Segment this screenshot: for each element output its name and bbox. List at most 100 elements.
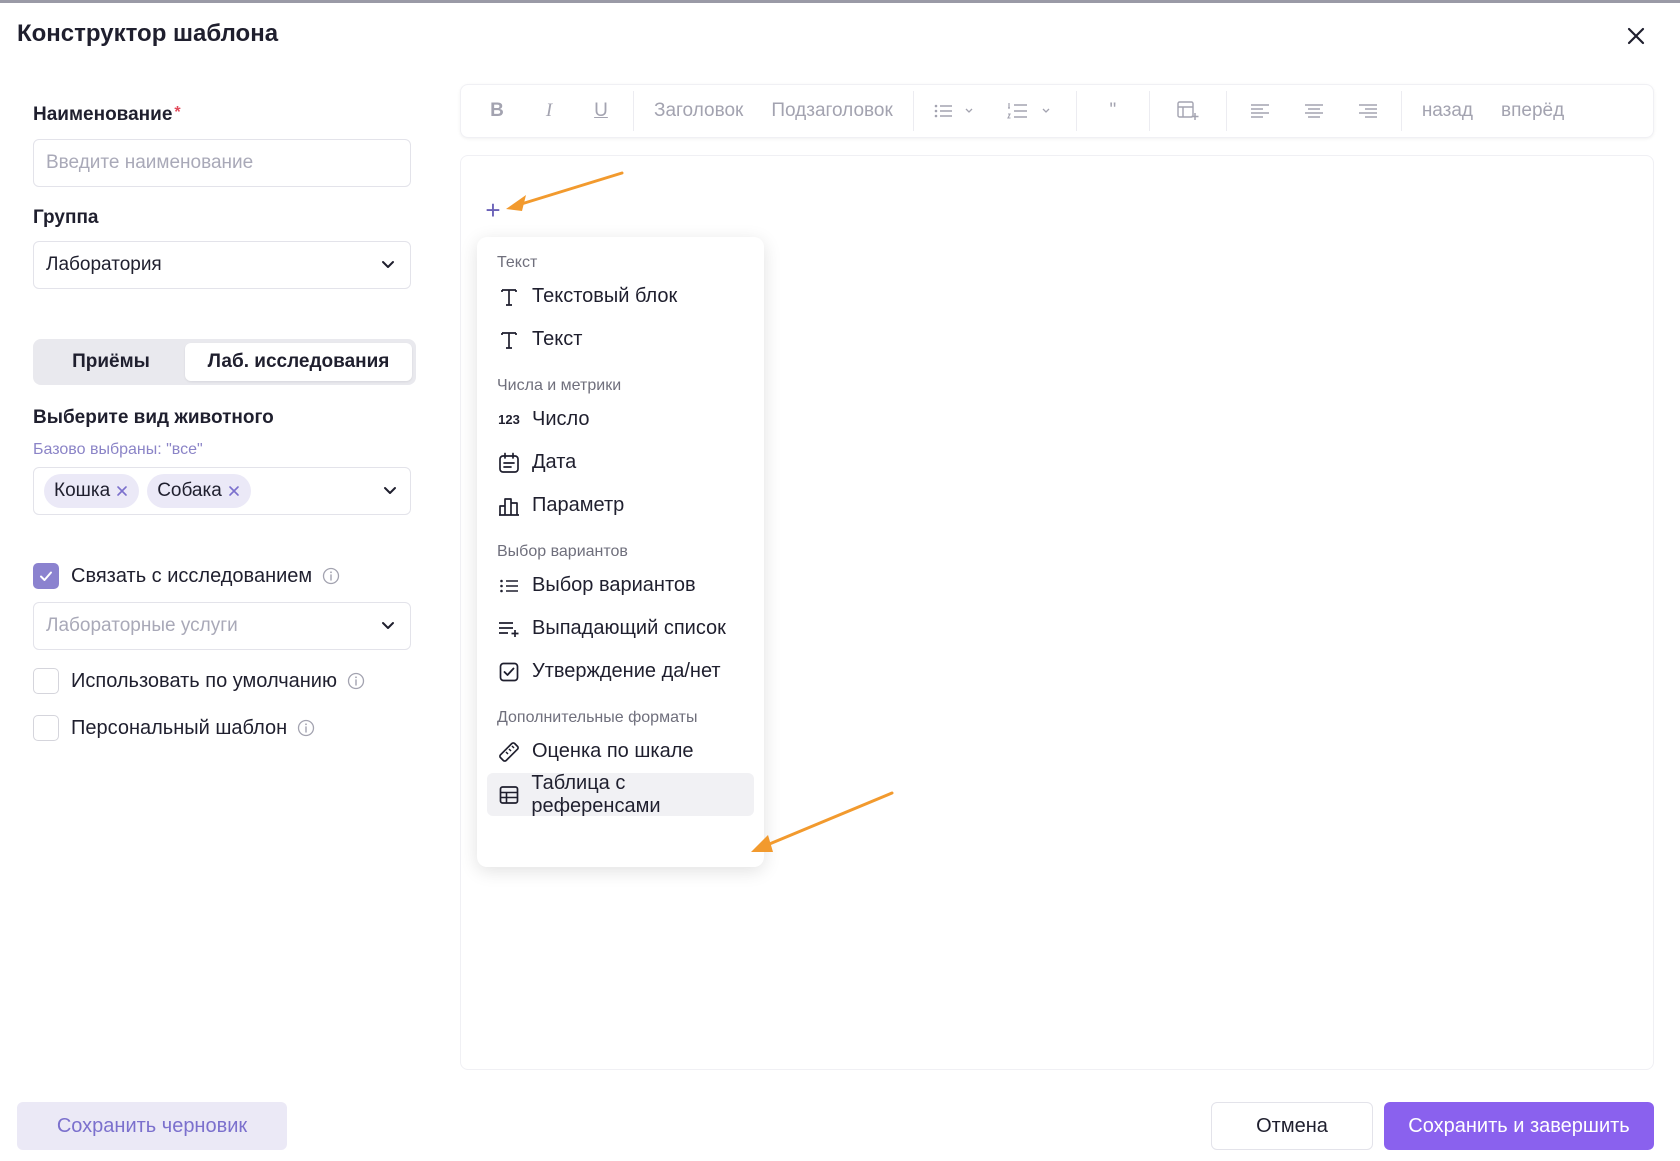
name-label: Наименование * — [33, 104, 181, 126]
segment-appointments[interactable]: Приёмы — [37, 343, 185, 381]
personal-row: Персональный шаблон — [33, 715, 315, 741]
bar-chart-icon — [497, 494, 521, 518]
align-center-icon — [1304, 104, 1323, 118]
toolbar-divider — [633, 91, 634, 131]
link-research-checkbox[interactable] — [33, 563, 59, 589]
menu-item-label: Таблица с референсами — [531, 771, 661, 817]
group-label: Группа — [33, 207, 99, 228]
heading-button[interactable]: Заголовок — [640, 91, 757, 131]
align-left-icon — [1250, 104, 1269, 118]
bold-button[interactable]: B — [471, 91, 523, 131]
toolbar-divider — [1400, 91, 1402, 131]
menu-item-label: Утверждение да/нет — [532, 660, 721, 682]
toolbar-divider — [1225, 91, 1227, 131]
menu-item-label: Оценка по шкале — [532, 740, 694, 762]
annotation-arrow-icon — [751, 791, 894, 852]
animal-hint: Базово выбраны: "все" — [33, 441, 203, 458]
info-icon[interactable] — [322, 567, 340, 585]
chevron-down-icon — [378, 255, 398, 275]
check-icon — [40, 571, 52, 581]
lab-services-placeholder: Лабораторные услуги — [46, 615, 238, 636]
menu-item-label: Выбор вариантов — [532, 574, 696, 596]
group-select[interactable]: Лаборатория — [33, 241, 411, 289]
list-add-icon — [497, 617, 521, 641]
default-checkbox[interactable] — [33, 668, 59, 694]
menu-group-numbers: Числа и метрики — [497, 377, 622, 394]
menu-item-date[interactable]: Дата — [487, 441, 754, 484]
link-research-label: Связать с исследованием — [71, 564, 313, 587]
italic-button[interactable]: I — [523, 91, 575, 131]
table-add-icon — [1177, 101, 1199, 120]
quote-button[interactable]: " — [1083, 91, 1143, 131]
tag-label: Собака — [157, 480, 222, 501]
personal-label: Персональный шаблон — [71, 716, 288, 739]
number-123-icon: 123 — [498, 412, 520, 427]
text-t-icon — [497, 328, 521, 352]
numbered-list-icon — [1006, 103, 1050, 119]
group-select-value: Лаборатория — [46, 254, 162, 275]
align-left-button[interactable] — [1233, 91, 1287, 131]
menu-item-text-block[interactable]: Текстовый блок — [487, 275, 754, 318]
text-t-icon — [497, 285, 521, 309]
window-top-border — [0, 0, 1680, 3]
align-right-button[interactable] — [1341, 91, 1395, 131]
name-input[interactable] — [33, 139, 411, 187]
menu-item-label: Выпадающий список — [532, 617, 726, 639]
insert-table-button[interactable] — [1156, 91, 1220, 131]
numbered-list-button[interactable] — [990, 91, 1070, 131]
lab-services-select[interactable]: Лабораторные услуги — [33, 602, 411, 650]
calendar-icon — [497, 451, 521, 475]
personal-checkbox[interactable] — [33, 715, 59, 741]
toolbar-divider — [1075, 91, 1077, 131]
table-icon — [497, 783, 520, 807]
redo-button[interactable]: вперёд — [1487, 91, 1578, 131]
info-icon[interactable] — [347, 672, 365, 690]
menu-item-choice[interactable]: Выбор вариантов — [487, 564, 754, 607]
menu-group-text: Текст — [497, 254, 538, 271]
remove-tag-icon[interactable] — [227, 484, 241, 498]
menu-item-dropdown-list[interactable]: Выпадающий список — [487, 607, 754, 650]
menu-group-choices: Выбор вариантов — [497, 543, 628, 560]
menu-item-reference-table[interactable]: Таблица с референсами — [487, 771, 754, 817]
animal-multiselect[interactable]: Кошка Собака — [33, 467, 411, 515]
info-icon[interactable] — [297, 719, 315, 737]
default-label: Использовать по умолчанию — [71, 669, 337, 692]
animal-label: Выберите вид животного — [33, 407, 274, 428]
menu-group-extra: Дополнительные форматы — [497, 709, 698, 726]
toolbar-divider — [912, 91, 914, 131]
undo-button[interactable]: назад — [1408, 91, 1487, 131]
save-and-finish-button[interactable]: Сохранить и завершить — [1384, 1102, 1654, 1150]
cancel-button[interactable]: Отмена — [1211, 1102, 1373, 1150]
close-icon — [1627, 27, 1645, 45]
tag-cat: Кошка — [44, 474, 140, 508]
menu-item-scale-rating[interactable]: Оценка по шкале — [487, 730, 754, 773]
required-mark: * — [174, 104, 181, 121]
annotation-arrow-icon — [506, 171, 624, 211]
menu-item-text[interactable]: Текст — [487, 318, 754, 361]
save-draft-button[interactable]: Сохранить черновик — [17, 1102, 287, 1150]
menu-item-number[interactable]: 123 Число — [487, 398, 754, 441]
close-button[interactable] — [1620, 20, 1652, 52]
menu-item-parameter[interactable]: Параметр — [487, 484, 754, 527]
editor-toolbar: B I U Заголовок Подзаголовок " назад впе… — [460, 84, 1654, 138]
tag-dog: Собака — [147, 474, 251, 508]
bullet-list-button[interactable] — [920, 91, 990, 131]
subheading-button[interactable]: Подзаголовок — [757, 91, 906, 131]
align-center-button[interactable] — [1287, 91, 1341, 131]
menu-item-label: Число — [532, 408, 590, 430]
block-type-menu: Текст Текстовый блок Текст Числа и метри… — [477, 237, 764, 867]
menu-item-label: Параметр — [532, 494, 625, 516]
chevron-down-icon — [380, 481, 400, 501]
underline-button[interactable]: U — [575, 91, 627, 131]
checkbox-icon — [497, 660, 521, 684]
segment-lab-research[interactable]: Лаб. исследования — [185, 343, 412, 381]
menu-item-yes-no[interactable]: Утверждение да/нет — [487, 650, 754, 693]
list-icon — [497, 574, 521, 598]
toolbar-divider — [1148, 91, 1150, 131]
tag-label: Кошка — [54, 480, 111, 501]
remove-tag-icon[interactable] — [115, 484, 129, 498]
align-right-icon — [1358, 104, 1377, 118]
default-row: Использовать по умолчанию — [33, 668, 365, 694]
name-label-text: Наименование — [33, 104, 173, 125]
type-segment-control: Приёмы Лаб. исследования — [33, 339, 416, 385]
